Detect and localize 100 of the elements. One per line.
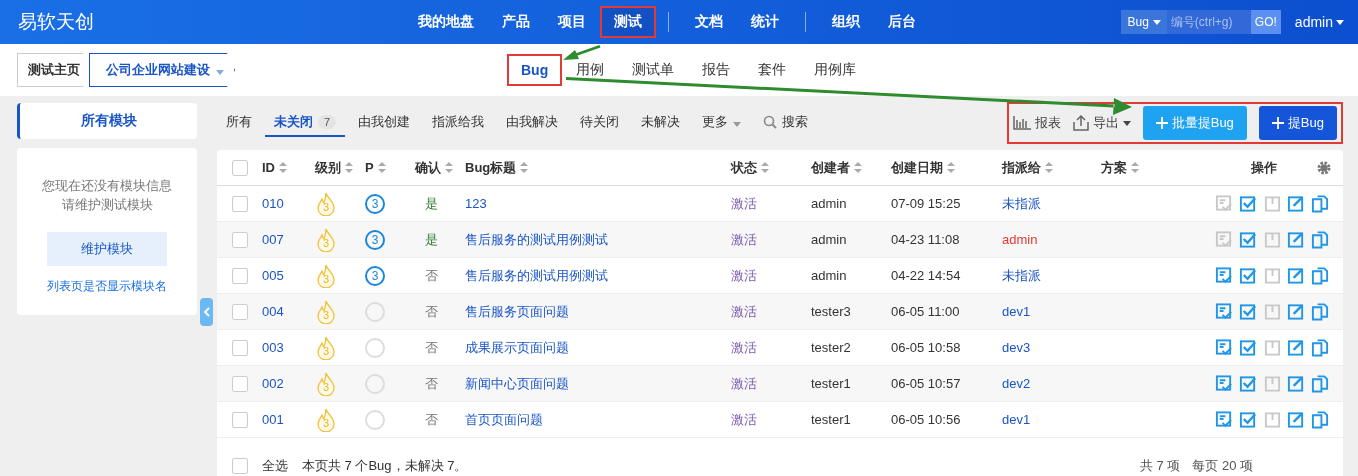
subnav-tab[interactable]: 报告 [688, 53, 745, 87]
resolve-icon[interactable] [1239, 338, 1257, 357]
subnav-tab[interactable]: 测试单 [618, 53, 689, 87]
bug-id[interactable]: 002 [262, 376, 315, 391]
bug-title-link[interactable]: 新闻中心页面问题 [465, 374, 731, 393]
resolve-icon[interactable] [1239, 302, 1257, 321]
resolve-icon[interactable] [1239, 410, 1257, 429]
sort-icon[interactable] [520, 162, 529, 173]
subnav-tab[interactable]: 用例 [562, 53, 619, 87]
sort-icon[interactable] [345, 162, 353, 173]
edit-icon[interactable] [1287, 230, 1305, 249]
bug-id[interactable]: 003 [262, 340, 315, 355]
edit-icon[interactable] [1287, 374, 1305, 393]
resolve-icon[interactable] [1239, 266, 1257, 285]
assignee-link[interactable]: dev3 [1002, 340, 1101, 355]
edit-icon[interactable] [1287, 338, 1305, 357]
filter-tab[interactable]: 更多 [693, 109, 751, 137]
module-tree-title[interactable]: 所有模块 [17, 103, 197, 139]
bug-title-link[interactable]: 售后服务的测试用例测试 [465, 230, 731, 249]
bug-title-link[interactable]: 售后服务页面问题 [465, 302, 731, 321]
assignee-link[interactable]: dev1 [1002, 412, 1101, 427]
select-all-checkbox[interactable] [232, 457, 248, 474]
confirm-icon[interactable] [1215, 302, 1233, 321]
export-button[interactable]: 导出 [1072, 114, 1131, 132]
filter-tab[interactable]: 所有 [217, 109, 261, 137]
row-checkbox[interactable] [232, 375, 248, 392]
bug-title-link[interactable]: 123 [465, 196, 731, 211]
bug-id[interactable]: 001 [262, 412, 315, 427]
close-icon[interactable] [1263, 338, 1281, 357]
assignee-link[interactable]: dev1 [1002, 304, 1101, 319]
confirm-icon[interactable] [1215, 266, 1233, 285]
filter-tab[interactable]: 搜索 [754, 109, 818, 137]
bug-id[interactable]: 007 [262, 232, 315, 247]
nav-tab[interactable]: 统计 [737, 6, 793, 38]
subnav-tab[interactable]: 套件 [744, 53, 801, 87]
sort-icon[interactable] [1131, 162, 1139, 173]
copy-icon[interactable] [1311, 410, 1329, 429]
edit-icon[interactable] [1287, 302, 1305, 321]
bug-title-link[interactable]: 首页页面问题 [465, 410, 731, 429]
copy-icon[interactable] [1311, 266, 1329, 285]
row-checkbox[interactable] [232, 411, 248, 428]
copy-icon[interactable] [1311, 374, 1329, 393]
search-type-dropdown[interactable]: Bug [1121, 10, 1167, 34]
filter-tab[interactable]: 由我创建 [349, 109, 420, 137]
row-checkbox[interactable] [232, 267, 248, 284]
close-icon[interactable] [1263, 194, 1281, 213]
create-bug-button[interactable]: 提Bug [1258, 106, 1337, 140]
settings-icon[interactable] [1317, 160, 1331, 175]
checkbox[interactable] [232, 159, 248, 176]
bug-title-link[interactable]: 售后服务的测试用例测试 [465, 266, 731, 285]
close-icon[interactable] [1263, 410, 1281, 429]
search-field[interactable]: 编号(ctrl+g) [1166, 10, 1251, 34]
sort-icon[interactable] [377, 162, 386, 173]
resolve-icon[interactable] [1239, 230, 1257, 249]
row-checkbox[interactable] [232, 195, 248, 212]
subnav-tab[interactable]: 用例库 [800, 53, 871, 87]
edit-icon[interactable] [1287, 194, 1305, 213]
nav-tab[interactable]: 组织 [818, 6, 874, 38]
maintain-modules-button[interactable]: 维护模块 [47, 232, 167, 266]
nav-tab[interactable]: 文档 [681, 6, 737, 38]
filter-tab[interactable]: 由我解决 [497, 109, 568, 137]
sort-icon[interactable] [1045, 162, 1053, 173]
confirm-icon[interactable] [1215, 374, 1233, 393]
column-header[interactable]: 确认 [415, 158, 441, 177]
confirm-icon[interactable] [1215, 338, 1233, 357]
column-header[interactable]: 方案 [1101, 158, 1127, 177]
column-header[interactable]: 级别 [315, 158, 341, 177]
close-icon[interactable] [1263, 374, 1281, 393]
column-header[interactable]: P [365, 160, 374, 175]
nav-tab[interactable]: 项目 [544, 6, 600, 38]
column-header[interactable]: 状态 [731, 158, 757, 177]
assignee-link[interactable]: 未指派 [1002, 266, 1101, 285]
report-button[interactable]: 报表 [1012, 114, 1061, 132]
nav-tab[interactable]: 测试 [600, 6, 656, 38]
collapse-sidebar-button[interactable] [200, 298, 213, 326]
column-header[interactable]: Bug标题 [465, 158, 517, 177]
copy-icon[interactable] [1311, 338, 1329, 357]
bug-id[interactable]: 010 [262, 196, 315, 211]
resolve-icon[interactable] [1239, 374, 1257, 393]
resolve-icon[interactable] [1239, 194, 1257, 213]
bug-id[interactable]: 005 [262, 268, 315, 283]
row-checkbox[interactable] [232, 339, 248, 356]
bug-id[interactable]: 004 [262, 304, 315, 319]
row-checkbox[interactable] [232, 303, 248, 320]
select-all-label[interactable]: 全选 [262, 456, 288, 475]
column-header[interactable]: ID [262, 160, 275, 175]
close-icon[interactable] [1263, 302, 1281, 321]
confirm-icon[interactable] [1215, 410, 1233, 429]
row-checkbox[interactable] [232, 231, 248, 248]
sort-icon[interactable] [761, 162, 769, 173]
copy-icon[interactable] [1311, 194, 1329, 213]
sort-icon[interactable] [854, 162, 862, 173]
nav-tab[interactable]: 我的地盘 [404, 6, 488, 38]
nav-tab[interactable]: 产品 [488, 6, 544, 38]
breadcrumb-item[interactable]: 公司企业网站建设 [89, 53, 235, 87]
filter-tab[interactable]: 待关闭 [571, 109, 629, 137]
filter-tab[interactable]: 指派给我 [423, 109, 494, 137]
assignee-link[interactable]: admin [1002, 232, 1101, 247]
nav-tab[interactable]: 后台 [874, 6, 930, 38]
module-name-link[interactable]: 列表页是否显示模块名 [47, 278, 167, 295]
